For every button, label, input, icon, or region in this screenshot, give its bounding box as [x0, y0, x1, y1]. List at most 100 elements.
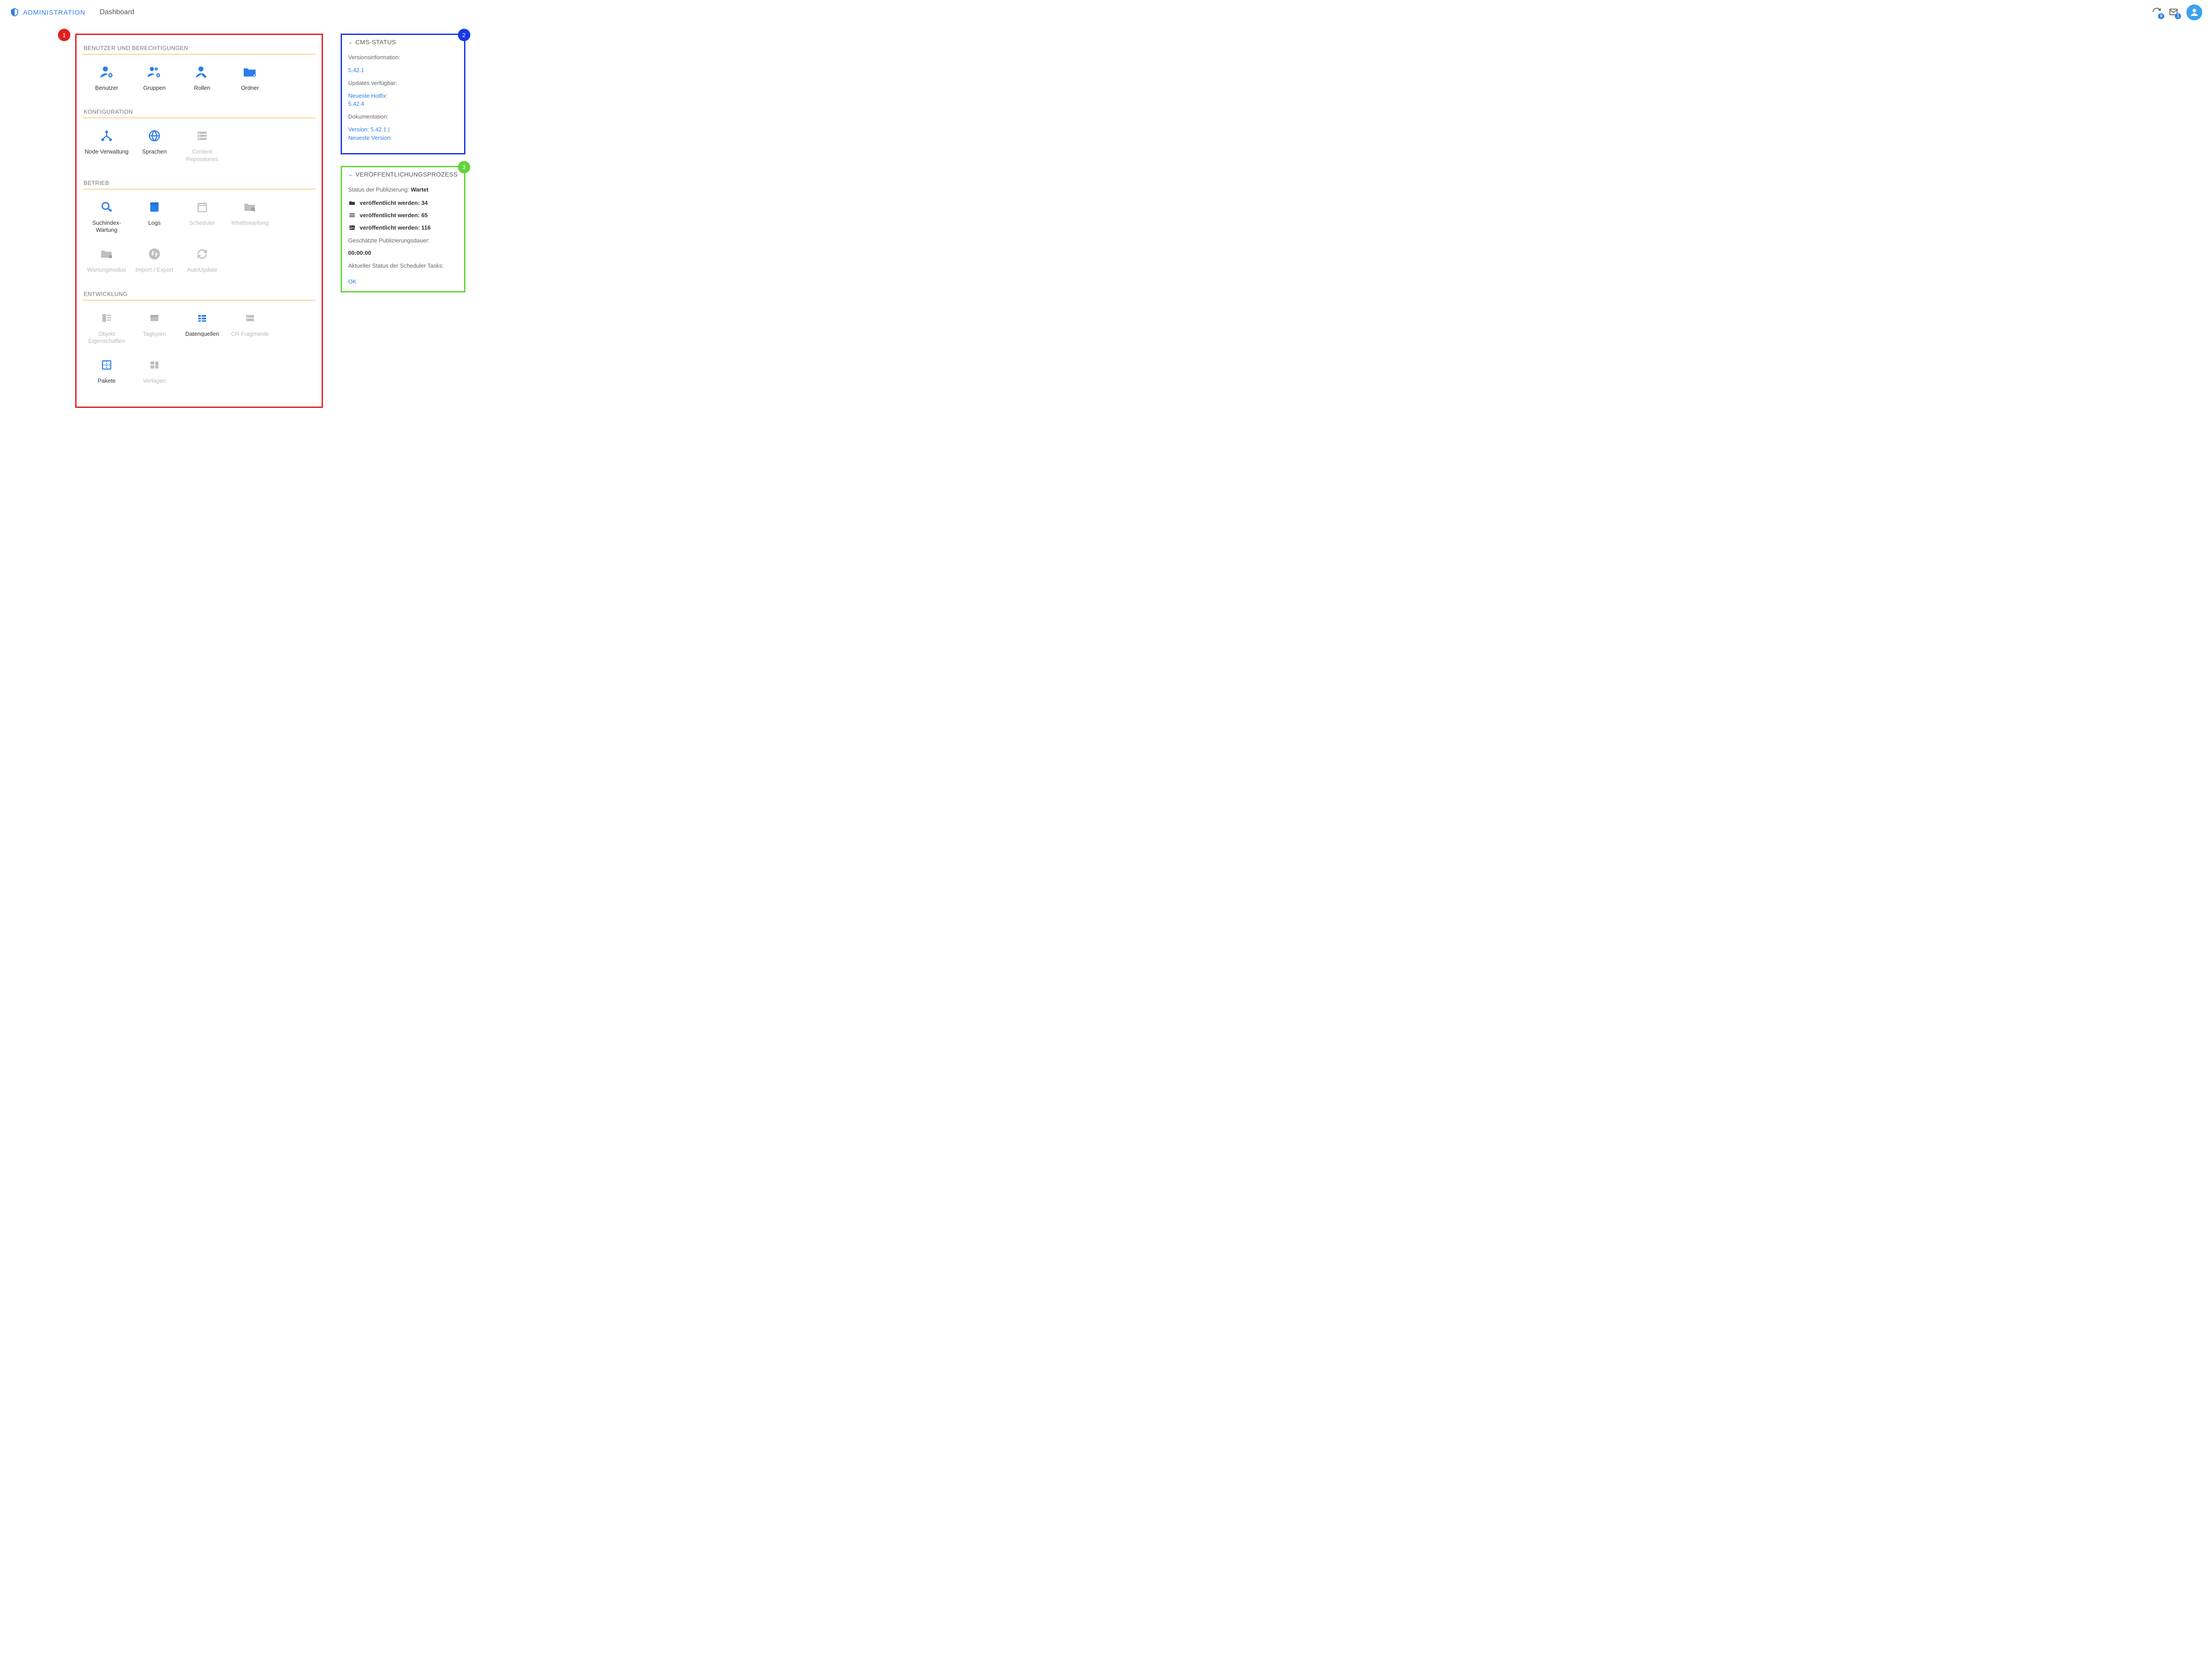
admin-tiles-panel: 1 BENUTZER UND BERECHTIGUNGEN Benutzer G… [75, 34, 323, 408]
tile-vorlagen[interactable]: Vorlagen [131, 353, 178, 393]
cms-hotfix-version-link[interactable]: 5.42.4 [348, 100, 364, 107]
cms-updates-label: Updates verfügbar: [348, 79, 458, 88]
list-icon [348, 212, 356, 219]
cms-status-title: CMS-STATUS [355, 38, 396, 46]
tile-wartung[interactable]: Wartungmodus [83, 242, 131, 282]
publish-sched-label: Aktueller Status der Scheduler Tasks: [348, 262, 458, 270]
tile-crfrag[interactable]: CR Fragmente [226, 307, 274, 354]
tile-logs[interactable]: Logs [131, 196, 178, 243]
callout-1: 1 [58, 29, 70, 41]
tile-ordner[interactable]: Ordner [226, 61, 274, 100]
calendar-icon [180, 198, 224, 216]
tile-autoupdate[interactable]: AutoUpdate [178, 242, 226, 282]
sync-icon [180, 245, 224, 263]
page-title: Dashboard [100, 8, 134, 16]
app-logo-group[interactable]: ADMINISTRATION [10, 8, 85, 17]
tile-sprachen[interactable]: Sprachen [131, 124, 178, 172]
tile-objekt[interactable]: Objekt Eigenschaften [83, 307, 131, 354]
tile-scheduler[interactable]: Scheduler [178, 196, 226, 243]
section-entwicklung-title: ENTWICKLUNG [83, 286, 315, 300]
cms-doc-version-link[interactable]: Version: 5.42.1 [348, 126, 387, 133]
mail-badge: 1 [2175, 13, 2181, 19]
table-icon [180, 309, 224, 327]
publish-pages-row: veröffentlicht werden: 65 [348, 212, 458, 219]
publish-status-value: Wartet [411, 186, 429, 193]
tile-gruppen[interactable]: Gruppen [131, 61, 178, 100]
app-header: ADMINISTRATION Dashboard 0 1 [0, 0, 2212, 25]
folder-cog-icon [84, 245, 129, 263]
tile-contentrepo[interactable]: Content Repositories [178, 124, 226, 172]
tile-label: Rollen [180, 84, 224, 92]
tile-node[interactable]: Node Verwaltung [83, 124, 131, 172]
refresh-button[interactable]: 0 [2151, 7, 2162, 18]
folder-icon [348, 200, 356, 207]
messages-button[interactable]: 1 [2168, 7, 2179, 18]
cms-doc-label: Dokumentation: [348, 113, 458, 121]
chevron-down-icon: ⌄ [348, 39, 353, 45]
tile-datenquellen[interactable]: Datenquellen [178, 307, 226, 354]
fragments-icon [228, 309, 272, 327]
section-betrieb: BETRIEB Suchindex-Wartung Logs Scheduler… [83, 175, 315, 283]
cms-status-panel: 2 ⌄ CMS-STATUS Versionsinformation: 5.42… [341, 34, 465, 154]
section-users: BENUTZER UND BERECHTIGUNGEN Benutzer Gru… [83, 40, 315, 100]
folder-gear-icon [228, 63, 272, 81]
user-icon [2189, 7, 2200, 19]
app-logo-icon [10, 8, 19, 17]
tile-import[interactable]: Import / Export [131, 242, 178, 282]
tile-inhalt[interactable]: Inhaltswartung [226, 196, 274, 243]
cms-hotfix-label-link[interactable]: Neueste Hotfix: [348, 92, 388, 99]
tile-label: Benutzer [84, 84, 129, 92]
section-users-title: BENUTZER UND BERECHTIGUNGEN [83, 40, 315, 54]
publish-status-label: Status der Publizierung: [348, 186, 411, 193]
tile-label: Ordner [228, 84, 272, 92]
properties-icon [84, 309, 129, 327]
folder-search-icon [228, 198, 272, 216]
tile-label: Inhaltswartung [228, 219, 272, 227]
window-icon [132, 309, 177, 327]
tile-label: Objekt Eigenschaften [84, 330, 129, 345]
tile-benutzer[interactable]: Benutzer [83, 61, 131, 100]
callout-3: 3 [458, 161, 470, 173]
user-avatar[interactable] [2186, 4, 2202, 20]
tile-label: Import / Export [132, 266, 177, 273]
node-icon [84, 127, 129, 145]
doc-separator: | [387, 126, 390, 133]
tile-label: Gruppen [132, 84, 177, 92]
publish-toggle[interactable]: ⌄ VERÖFFENTLICHUNGSPROZESS [348, 171, 458, 181]
publish-images-row: veröffentlicht werden: 116 [348, 224, 458, 231]
cms-version-label: Versionsinformation: [348, 54, 458, 62]
tile-label: Node Verwaltung [84, 148, 129, 155]
publish-pages-text: veröffentlicht werden: 65 [360, 212, 428, 219]
tile-label: Pakete [84, 377, 129, 384]
tile-pakete[interactable]: Pakete [83, 353, 131, 393]
cms-doc-latest-link[interactable]: Neueste Version [348, 134, 390, 141]
callout-2: 2 [458, 29, 470, 41]
user-tag-icon [180, 63, 224, 81]
cms-version-link[interactable]: 5.42.1 [348, 67, 364, 73]
tile-suchindex[interactable]: Suchindex-Wartung [83, 196, 131, 243]
tile-label: CR Fragmente [228, 330, 272, 338]
publish-est-value: 00:00:00 [348, 249, 458, 257]
cms-status-toggle[interactable]: ⌄ CMS-STATUS [348, 38, 458, 49]
user-gear-icon [84, 63, 129, 81]
tile-label: Scheduler [180, 219, 224, 227]
logs-icon [132, 198, 177, 216]
section-entwicklung: ENTWICKLUNG Objekt Eigenschaften Tagtype… [83, 286, 315, 394]
publish-images-text: veröffentlicht werden: 116 [360, 224, 430, 231]
swap-icon [132, 245, 177, 263]
tile-label: Content Repositories [180, 148, 224, 163]
section-config: KONFIGURATION Node Verwaltung Sprachen C… [83, 104, 315, 172]
publish-sched-ok[interactable]: OK [348, 278, 357, 285]
publish-folders-row: veröffentlicht werden: 34 [348, 200, 458, 207]
tile-label: Tagtypen [132, 330, 177, 338]
tile-tagtypen[interactable]: Tagtypen [131, 307, 178, 354]
tile-label: Sprachen [132, 148, 177, 155]
chevron-down-icon: ⌄ [348, 171, 353, 177]
tile-label: Vorlagen [132, 377, 177, 384]
tile-rollen[interactable]: Rollen [178, 61, 226, 100]
app-name: ADMINISTRATION [23, 9, 85, 16]
globe-icon [132, 127, 177, 145]
publish-title: VERÖFFENTLICHUNGSPROZESS [355, 171, 457, 178]
tile-label: Wartungmodus [84, 266, 129, 273]
server-icon [180, 127, 224, 145]
